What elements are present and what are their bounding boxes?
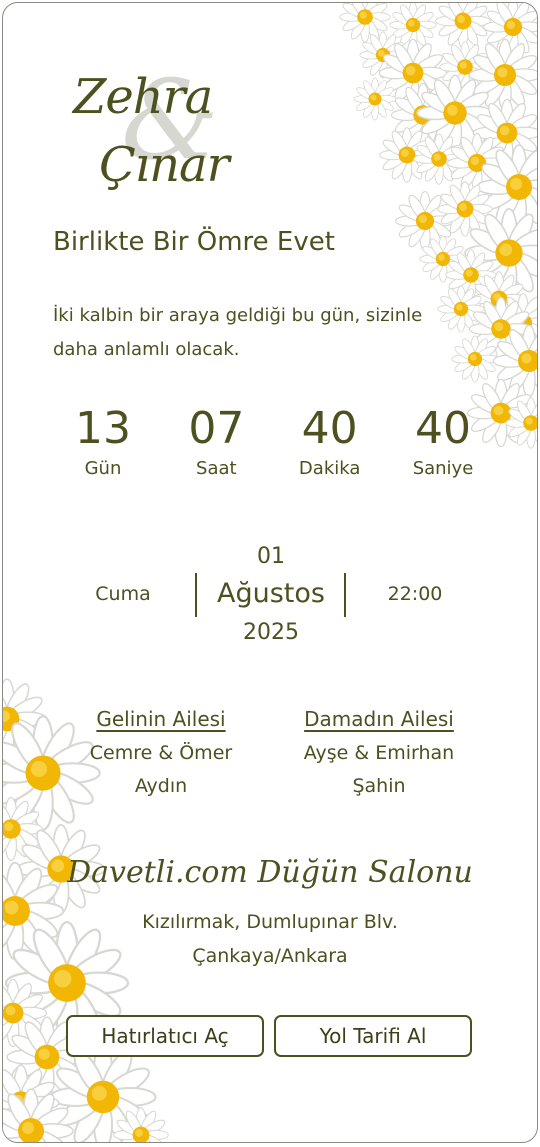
bride-name: Zehra xyxy=(73,69,213,125)
invitation-card: & Zehra Çınar Birlikte Bir Ömre Evet İki… xyxy=(2,2,538,1143)
countdown-minutes: 40 Dakika xyxy=(280,401,380,481)
countdown-label: Dakika xyxy=(298,458,361,479)
venue-address-line2: Çankaya/Ankara xyxy=(192,945,348,967)
event-weekday: Cuma xyxy=(95,583,151,605)
bride-family-names: Cemre & Ömer Aydın xyxy=(61,737,261,803)
bride-family: Gelinin Ailesi Cemre & Ömer Aydın xyxy=(61,703,261,803)
directions-button[interactable]: Yol Tarifi Al xyxy=(274,1015,472,1057)
groom-family-line1: Ayşe & Emirhan xyxy=(303,742,455,764)
event-date-center: 01 Ağustos 2025 xyxy=(203,537,339,653)
countdown-label: Saat xyxy=(196,458,237,479)
venue-address: Kızılırmak, Dumlupınar Blv. Çankaya/Anka… xyxy=(3,905,537,973)
countdown-value: 07 xyxy=(188,403,245,454)
countdown-label: Gün xyxy=(84,458,122,479)
groom-family-line2: Şahin xyxy=(352,775,406,797)
event-day: 01 xyxy=(257,544,285,569)
groom-family-title: Damadın Ailesi xyxy=(304,707,454,731)
event-year: 2025 xyxy=(243,620,299,645)
groom-family: Damadın Ailesi Ayşe & Emirhan Şahin xyxy=(279,703,479,803)
countdown: 13 Gün 07 Saat 40 Dakika 40 Saniye xyxy=(53,401,493,481)
tagline: Birlikte Bir Ömre Evet xyxy=(53,227,335,257)
intro-text: İki kalbin bir araya geldiği bu gün, siz… xyxy=(53,305,423,360)
venue-address-line1: Kızılırmak, Dumlupınar Blv. xyxy=(142,911,398,933)
countdown-value: 40 xyxy=(301,403,358,454)
countdown-hours: 07 Saat xyxy=(166,401,266,481)
countdown-value: 13 xyxy=(75,403,131,454)
event-month: Ağustos xyxy=(217,578,325,609)
event-time: 22:00 xyxy=(387,583,443,605)
groom-name: Çınar xyxy=(99,137,230,193)
countdown-seconds: 40 Saniye xyxy=(393,401,493,481)
reminder-button[interactable]: Hatırlatıcı Aç xyxy=(66,1015,264,1057)
groom-family-names: Ayşe & Emirhan Şahin xyxy=(279,737,479,803)
countdown-value: 40 xyxy=(414,403,471,454)
countdown-label: Saniye xyxy=(412,458,474,479)
venue-name: Davetli.com Düğün Salonu xyxy=(67,855,473,890)
bride-family-line1: Cemre & Ömer xyxy=(89,742,233,764)
event-date: Cuma 01 Ağustos 2025 22:00 xyxy=(3,537,537,657)
date-divider xyxy=(195,573,197,617)
bride-family-title: Gelinin Ailesi xyxy=(96,707,226,731)
date-divider xyxy=(344,573,346,617)
countdown-days: 13 Gün xyxy=(53,401,153,481)
bride-family-line2: Aydın xyxy=(134,775,188,797)
